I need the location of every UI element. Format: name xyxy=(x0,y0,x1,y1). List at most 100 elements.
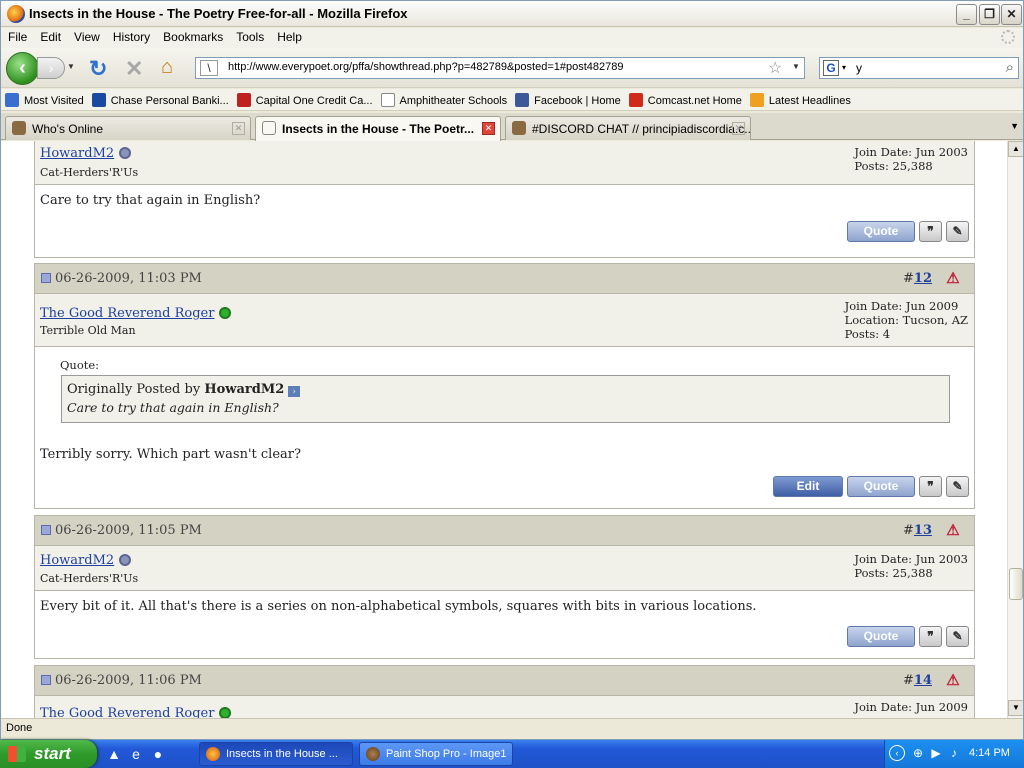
start-button[interactable]: start xyxy=(0,740,97,768)
stop-button[interactable]: ✕ xyxy=(125,56,143,82)
user-location: Location: Tucson, AZ xyxy=(844,313,968,327)
vertical-scrollbar[interactable]: ▲ ▼ xyxy=(1007,141,1023,718)
username-text[interactable]: HowardM2 xyxy=(40,553,114,568)
view-post-icon[interactable]: › xyxy=(288,386,301,397)
quick-reply-icon[interactable]: ✎ xyxy=(946,221,969,242)
bookmark-item[interactable]: Capital One Credit Ca... xyxy=(236,89,373,107)
search-engine-dropdown-icon[interactable]: ▾ xyxy=(842,63,846,72)
menu-bookmarks[interactable]: Bookmarks xyxy=(156,28,229,44)
forward-button[interactable]: › xyxy=(37,57,65,79)
post-number-prefix: # xyxy=(903,271,914,286)
tab-whos-online[interactable]: Who's Online ✕ xyxy=(5,116,251,140)
post-body: Quote: Originally Posted by HowardM2 › Ca… xyxy=(35,347,974,507)
reload-button[interactable]: ↻ xyxy=(89,56,107,82)
search-engine-icon[interactable]: G xyxy=(823,60,839,76)
url-dropdown-icon[interactable]: ▼ xyxy=(792,62,800,71)
scroll-up-arrow-icon[interactable]: ▲ xyxy=(1008,141,1023,157)
bookmark-favicon-icon xyxy=(380,93,395,107)
search-bar[interactable]: G ▾ y ⌕ xyxy=(819,57,1019,79)
url-text[interactable]: http://www.everypoet.org/pffa/showthread… xyxy=(228,61,623,73)
post-username[interactable]: HowardM2 xyxy=(40,146,132,161)
bookmark-favicon-icon xyxy=(749,93,764,107)
bookmark-item[interactable]: Most Visited xyxy=(5,89,84,107)
post-date-text: 06-26-2009, 11:03 PM xyxy=(55,271,202,286)
menu-view[interactable]: View xyxy=(67,28,106,44)
post-user-info: The Good Reverend Roger Terrible Old Man… xyxy=(35,294,974,347)
post-username[interactable]: The Good Reverend Roger xyxy=(40,706,232,718)
quick-reply-icon[interactable]: ✎ xyxy=(946,626,969,647)
bookmark-item[interactable]: Latest Headlines xyxy=(749,89,851,107)
quote-button[interactable]: Quote xyxy=(847,221,915,242)
post-username[interactable]: The Good Reverend Roger xyxy=(40,306,232,321)
history-dropdown-icon[interactable]: ▼ xyxy=(67,62,75,71)
taskbar-item-paint-shop-pro[interactable]: Paint Shop Pro - Image1 xyxy=(359,742,513,766)
home-button[interactable]: ⌂ xyxy=(161,56,173,79)
bookmark-item[interactable]: Comcast.net Home xyxy=(628,89,742,107)
multi-quote-icon[interactable]: ❞ xyxy=(919,476,942,497)
window-title: Insects in the House - The Poetry Free-f… xyxy=(29,6,408,21)
multi-quote-icon[interactable]: ❞ xyxy=(919,626,942,647)
maximize-button[interactable]: ❐ xyxy=(979,4,1000,25)
menu-file[interactable]: File xyxy=(1,28,33,44)
bookmark-item[interactable]: Facebook | Home xyxy=(515,89,621,107)
tab-favicon xyxy=(262,121,276,135)
tray-expand-icon[interactable]: ‹ xyxy=(889,745,905,761)
report-post-icon[interactable]: ⚠ xyxy=(944,521,962,539)
quick-launch-ie-icon[interactable]: e xyxy=(126,744,146,764)
menu-tools[interactable]: Tools xyxy=(229,28,270,44)
search-input[interactable]: y xyxy=(856,61,862,75)
menu-help[interactable]: Help xyxy=(270,28,308,44)
post-date: 06-26-2009, 11:05 PM xyxy=(41,523,202,538)
tab-discord-chat[interactable]: #DISCORD CHAT // principiadiscordia.c...… xyxy=(505,116,751,140)
close-tab-icon[interactable]: ✕ xyxy=(482,122,495,135)
bookmark-item[interactable]: Chase Personal Banki... xyxy=(91,89,229,107)
join-date: Join Date: Jun 2009 xyxy=(854,700,968,714)
post-buttons: Quote ❞ ✎ xyxy=(843,626,969,647)
scroll-thumb[interactable] xyxy=(1009,568,1023,600)
paint-shop-pro-task-icon xyxy=(366,747,380,761)
taskbar-item-firefox[interactable]: Insects in the House ... xyxy=(199,742,353,766)
post-count: Posts: 25,388 xyxy=(854,159,933,173)
bookmark-star-icon[interactable]: ☆ xyxy=(768,58,782,78)
quote-button[interactable]: Quote xyxy=(847,626,915,647)
menu-bar: File Edit View History Bookmarks Tools Help xyxy=(1,28,1023,48)
edit-button[interactable]: Edit xyxy=(773,476,843,497)
quick-launch-apps-icon[interactable]: ▲ xyxy=(104,744,124,764)
url-bar[interactable]: \ http://www.everypoet.org/pffa/showthre… xyxy=(195,57,805,79)
username-text[interactable]: HowardM2 xyxy=(40,146,114,161)
quote-text: Care to try that again in English? xyxy=(67,400,279,415)
quick-reply-icon[interactable]: ✎ xyxy=(946,476,969,497)
menu-edit[interactable]: Edit xyxy=(33,28,67,44)
quote-button[interactable]: Quote xyxy=(847,476,915,497)
close-tab-icon[interactable]: ✕ xyxy=(232,122,245,135)
media-icon[interactable]: ▶ xyxy=(929,746,943,760)
post-number-link[interactable]: 14 xyxy=(914,673,932,688)
user-title: Cat-Herders'R'Us xyxy=(40,166,139,179)
menu-history[interactable]: History xyxy=(106,28,156,44)
clock: 4:14 PM xyxy=(969,747,1010,759)
close-tab-icon[interactable]: ✕ xyxy=(732,122,745,135)
tab-list-dropdown-icon[interactable]: ▼ xyxy=(1010,121,1019,131)
close-window-button[interactable]: ✕ xyxy=(1001,4,1022,25)
post-number-link[interactable]: 12 xyxy=(914,271,932,286)
scroll-down-arrow-icon[interactable]: ▼ xyxy=(1008,700,1023,716)
post-count: Posts: 25,388 xyxy=(854,566,933,580)
post-number-link[interactable]: 13 xyxy=(914,523,932,538)
post-header: 06-26-2009, 11:06 PM #14 ⚠ xyxy=(35,666,974,696)
post-username[interactable]: HowardM2 xyxy=(40,553,132,568)
back-button[interactable]: ‹ xyxy=(6,52,39,85)
post-user-info: HowardM2 Cat-Herders'R'Us Join Date: Jun… xyxy=(35,141,974,185)
network-icon[interactable]: ⊕ xyxy=(911,746,925,760)
minimize-button[interactable]: _ xyxy=(956,4,977,25)
bookmark-item[interactable]: Amphitheater Schools xyxy=(380,89,507,107)
report-post-icon[interactable]: ⚠ xyxy=(944,269,962,287)
multi-quote-icon[interactable]: ❞ xyxy=(919,221,942,242)
quick-launch-firefox-icon[interactable]: ● xyxy=(148,744,168,764)
report-post-icon[interactable]: ⚠ xyxy=(944,671,962,689)
username-text[interactable]: The Good Reverend Roger xyxy=(40,306,214,321)
volume-icon[interactable]: ♪ xyxy=(947,746,961,760)
tab-insects-in-the-house[interactable]: Insects in the House - The Poetr... ✕ xyxy=(255,116,501,141)
bookmark-label: Most Visited xyxy=(24,95,84,107)
username-text[interactable]: The Good Reverend Roger xyxy=(40,706,214,718)
search-icon[interactable]: ⌕ xyxy=(1006,59,1014,76)
